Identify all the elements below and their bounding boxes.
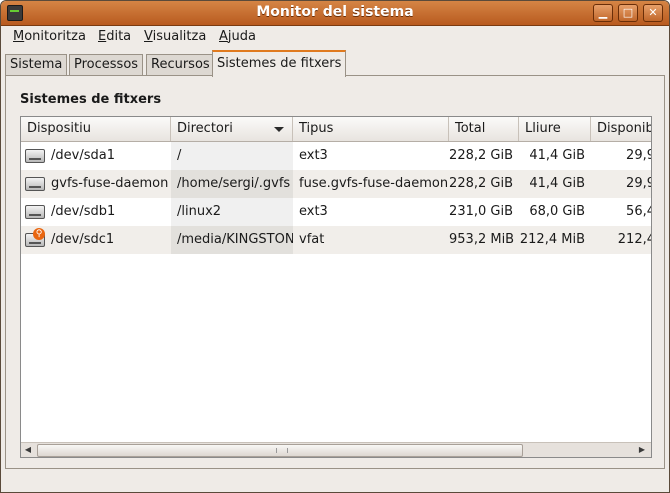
tab-processos[interactable]: Processos (69, 54, 144, 75)
table-row[interactable]: /dev/sdb1 /linux2 ext3 231,0 GiB 68,0 Gi… (21, 198, 651, 226)
cell-device: /dev/sdb1 (51, 204, 116, 219)
cell-directory: /home/sergi/.gvfs (171, 170, 293, 198)
minimize-button[interactable]: ▁ (593, 4, 613, 22)
table-row[interactable]: ⚲ /dev/sdc1 /media/KINGSTON vfat 953,2 M… (21, 226, 652, 254)
cell-available: 56,4 (626, 204, 651, 219)
cell-total: 953,2 MiB (449, 232, 515, 247)
cell-type: ext3 (299, 204, 328, 219)
menu-ajuda[interactable]: Ajuda (219, 29, 256, 44)
cell-directory: /media/KINGSTON (171, 226, 293, 254)
horizontal-scrollbar[interactable]: ◀ ▶ (21, 442, 651, 457)
scroll-right-button[interactable]: ▶ (635, 443, 649, 457)
main-window: Monitor del sistema ▁ □ ✕ Monitoritza Ed… (0, 0, 670, 493)
column-header-directori-label: Directori (177, 121, 233, 136)
tab-sistemes-de-fitxers[interactable]: Sistemes de fitxers (212, 50, 347, 77)
tab-recursos[interactable]: Recursos (146, 54, 215, 75)
cell-type: ext3 (299, 148, 328, 163)
filesystems-panel: Sistemes de fitxers Dispositiu Directori… (5, 75, 665, 469)
cell-directory: /linux2 (171, 198, 293, 226)
sort-descending-icon (274, 127, 284, 132)
cell-type: vfat (299, 232, 325, 247)
window-title: Monitor del sistema (256, 4, 414, 20)
cell-free: 212,4 MiB (519, 232, 585, 247)
close-button[interactable]: ✕ (643, 4, 663, 22)
table-row[interactable]: /dev/sda1 / ext3 228,2 GiB 41,4 GiB 29,9 (21, 142, 651, 170)
cell-device: gvfs-fuse-daemon (51, 176, 169, 191)
section-title: Sistemes de fitxers (20, 92, 162, 107)
cell-total: 228,2 GiB (449, 176, 513, 191)
hard-drive-icon (25, 205, 45, 219)
cell-free: 41,4 GiB (529, 176, 585, 191)
scrollbar-thumb[interactable] (37, 444, 523, 457)
cell-available: 29,9 (626, 176, 651, 191)
hard-drive-icon (25, 149, 45, 163)
menu-bar: Monitoritza Edita Visualitza Ajuda (1, 26, 669, 48)
column-header-tipus[interactable]: Tipus (293, 117, 449, 141)
menu-visualitza[interactable]: Visualitza (144, 29, 206, 44)
scroll-left-button[interactable]: ◀ (21, 443, 35, 457)
cell-free: 41,4 GiB (529, 148, 585, 163)
cell-device: /dev/sda1 (51, 148, 115, 163)
menu-edita[interactable]: Edita (98, 29, 131, 44)
menu-monitoritza[interactable]: Monitoritza (13, 29, 86, 44)
title-bar[interactable]: Monitor del sistema ▁ □ ✕ (1, 1, 669, 26)
table-row[interactable]: gvfs-fuse-daemon /home/sergi/.gvfs fuse.… (21, 170, 651, 198)
cell-device: /dev/sdc1 (51, 232, 115, 247)
column-header-directori[interactable]: Directori (171, 117, 293, 141)
cell-total: 228,2 GiB (449, 148, 513, 163)
column-header-total[interactable]: Total (449, 117, 519, 141)
table-header: Dispositiu Directori Tipus Total Lliure … (21, 117, 651, 142)
cell-available: 29,9 (626, 148, 651, 163)
column-header-lliure[interactable]: Lliure (519, 117, 591, 141)
tab-sistema[interactable]: Sistema (5, 54, 68, 75)
cell-directory: / (171, 142, 293, 170)
column-header-disponible[interactable]: Disponible (591, 117, 651, 141)
cell-total: 231,0 GiB (449, 204, 513, 219)
cell-type: fuse.gvfs-fuse-daemon (299, 176, 449, 191)
hard-drive-icon (25, 177, 45, 191)
cell-free: 68,0 GiB (529, 204, 585, 219)
filesystems-table[interactable]: Dispositiu Directori Tipus Total Lliure … (20, 116, 652, 458)
usb-badge-icon: ⚲ (33, 228, 45, 240)
cell-available: 212,4 (617, 232, 652, 247)
column-header-dispositiu[interactable]: Dispositiu (21, 117, 171, 141)
maximize-button[interactable]: □ (618, 4, 638, 22)
